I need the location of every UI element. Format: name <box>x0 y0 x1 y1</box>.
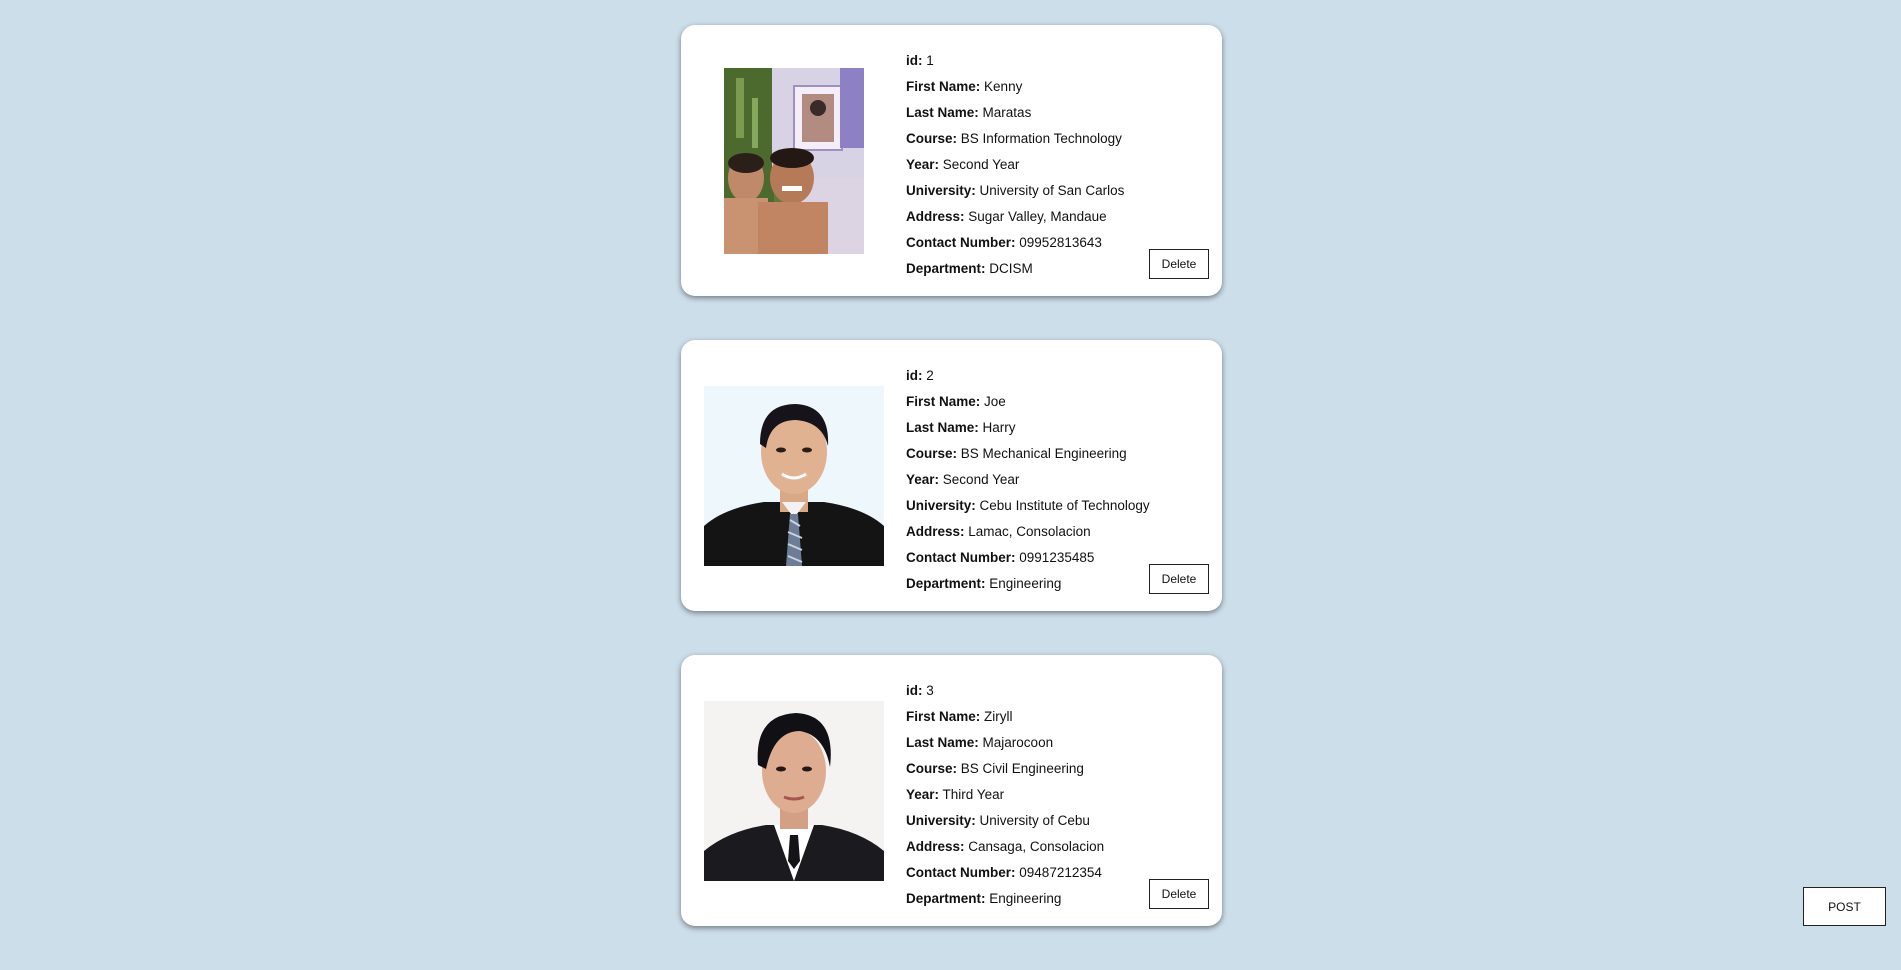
field-university: University: Cebu Institute of Technology <box>906 493 1150 519</box>
field-course: Course: BS Mechanical Engineering <box>906 441 1150 467</box>
field-label: Last Name: <box>906 735 979 750</box>
field-label: Year: <box>906 157 940 172</box>
field-label: First Name: <box>906 394 981 409</box>
field-last-name: Last Name: Harry <box>906 415 1150 441</box>
field-contact-number: Contact Number: 0991235485 <box>906 545 1150 571</box>
field-last-name: Last Name: Maratas <box>906 100 1124 126</box>
field-label: First Name: <box>906 79 981 94</box>
field-contact-number: Contact Number: 09487212354 <box>906 860 1104 886</box>
field-id: id: 1 <box>906 48 1124 74</box>
field-label: Course: <box>906 761 958 776</box>
field-first-name: First Name: Ziryll <box>906 704 1104 730</box>
field-label: Department: <box>906 576 986 591</box>
student-photo <box>724 68 864 254</box>
field-label: id: <box>906 368 923 383</box>
field-id: id: 3 <box>906 678 1104 704</box>
post-button[interactable]: POST <box>1803 887 1886 926</box>
field-label: University: <box>906 498 976 513</box>
field-address: Address: Sugar Valley, Mandaue <box>906 204 1124 230</box>
field-department: Department: Engineering <box>906 886 1104 912</box>
field-value: DCISM <box>989 261 1033 276</box>
field-value: Lamac, Consolacion <box>968 524 1091 539</box>
field-first-name: First Name: Joe <box>906 389 1150 415</box>
student-card: id: 1 First Name: Kenny Last Name: Marat… <box>681 25 1222 296</box>
field-address: Address: Cansaga, Consolacion <box>906 834 1104 860</box>
field-value: BS Information Technology <box>960 131 1122 146</box>
field-value: 1 <box>926 53 934 68</box>
delete-button[interactable]: Delete <box>1149 564 1209 594</box>
field-value: BS Mechanical Engineering <box>960 446 1127 461</box>
field-value: 2 <box>926 368 934 383</box>
field-label: Year: <box>906 787 940 802</box>
field-year: Year: Third Year <box>906 782 1104 808</box>
field-value: Ziryll <box>984 709 1013 724</box>
field-label: Last Name: <box>906 420 979 435</box>
field-label: Contact Number: <box>906 235 1016 250</box>
field-department: Department: Engineering <box>906 571 1150 597</box>
field-label: Address: <box>906 524 965 539</box>
field-university: University: University of San Carlos <box>906 178 1124 204</box>
field-value: Second Year <box>942 472 1020 487</box>
delete-button[interactable]: Delete <box>1149 879 1209 909</box>
field-value: Harry <box>982 420 1016 435</box>
field-id: id: 2 <box>906 363 1150 389</box>
field-value: Kenny <box>984 79 1023 94</box>
field-address: Address: Lamac, Consolacion <box>906 519 1150 545</box>
student-details: id: 2 First Name: Joe Last Name: Harry C… <box>906 363 1150 597</box>
field-value: Second Year <box>942 157 1020 172</box>
field-university: University: University of Cebu <box>906 808 1104 834</box>
field-last-name: Last Name: Majarocoon <box>906 730 1104 756</box>
student-card: id: 3 First Name: Ziryll Last Name: Maja… <box>681 655 1222 926</box>
field-value: 09487212354 <box>1019 865 1102 880</box>
field-value: 3 <box>926 683 934 698</box>
field-label: Address: <box>906 209 965 224</box>
field-label: Course: <box>906 446 958 461</box>
field-label: id: <box>906 683 923 698</box>
field-label: First Name: <box>906 709 981 724</box>
field-label: Course: <box>906 131 958 146</box>
field-year: Year: Second Year <box>906 152 1124 178</box>
field-first-name: First Name: Kenny <box>906 74 1124 100</box>
student-photo <box>704 386 884 566</box>
field-course: Course: BS Information Technology <box>906 126 1124 152</box>
field-value: Third Year <box>942 787 1005 802</box>
delete-button[interactable]: Delete <box>1149 249 1209 279</box>
field-value: Joe <box>984 394 1006 409</box>
field-value: Cansaga, Consolacion <box>968 839 1105 854</box>
student-card-list: id: 1 First Name: Kenny Last Name: Marat… <box>681 25 1222 970</box>
field-label: Contact Number: <box>906 550 1016 565</box>
field-label: University: <box>906 183 976 198</box>
field-value: BS Civil Engineering <box>960 761 1084 776</box>
student-photo <box>704 701 884 881</box>
field-value: Majarocoon <box>982 735 1054 750</box>
field-value: University of San Carlos <box>979 183 1125 198</box>
field-value: Maratas <box>982 105 1032 120</box>
field-label: Year: <box>906 472 940 487</box>
student-details: id: 3 First Name: Ziryll Last Name: Maja… <box>906 678 1104 912</box>
field-label: Department: <box>906 891 986 906</box>
student-details: id: 1 First Name: Kenny Last Name: Marat… <box>906 48 1124 282</box>
field-label: Address: <box>906 839 965 854</box>
field-value: University of Cebu <box>979 813 1090 828</box>
field-department: Department: DCISM <box>906 256 1124 282</box>
field-value: 09952813643 <box>1019 235 1102 250</box>
field-label: Last Name: <box>906 105 979 120</box>
field-label: Contact Number: <box>906 865 1016 880</box>
field-value: Sugar Valley, Mandaue <box>968 209 1107 224</box>
field-value: Engineering <box>989 891 1062 906</box>
field-contact-number: Contact Number: 09952813643 <box>906 230 1124 256</box>
student-card: id: 2 First Name: Joe Last Name: Harry C… <box>681 340 1222 611</box>
field-label: Department: <box>906 261 986 276</box>
field-label: id: <box>906 53 923 68</box>
field-label: University: <box>906 813 976 828</box>
field-course: Course: BS Civil Engineering <box>906 756 1104 782</box>
field-year: Year: Second Year <box>906 467 1150 493</box>
field-value: 0991235485 <box>1019 550 1095 565</box>
field-value: Engineering <box>989 576 1062 591</box>
field-value: Cebu Institute of Technology <box>979 498 1150 513</box>
